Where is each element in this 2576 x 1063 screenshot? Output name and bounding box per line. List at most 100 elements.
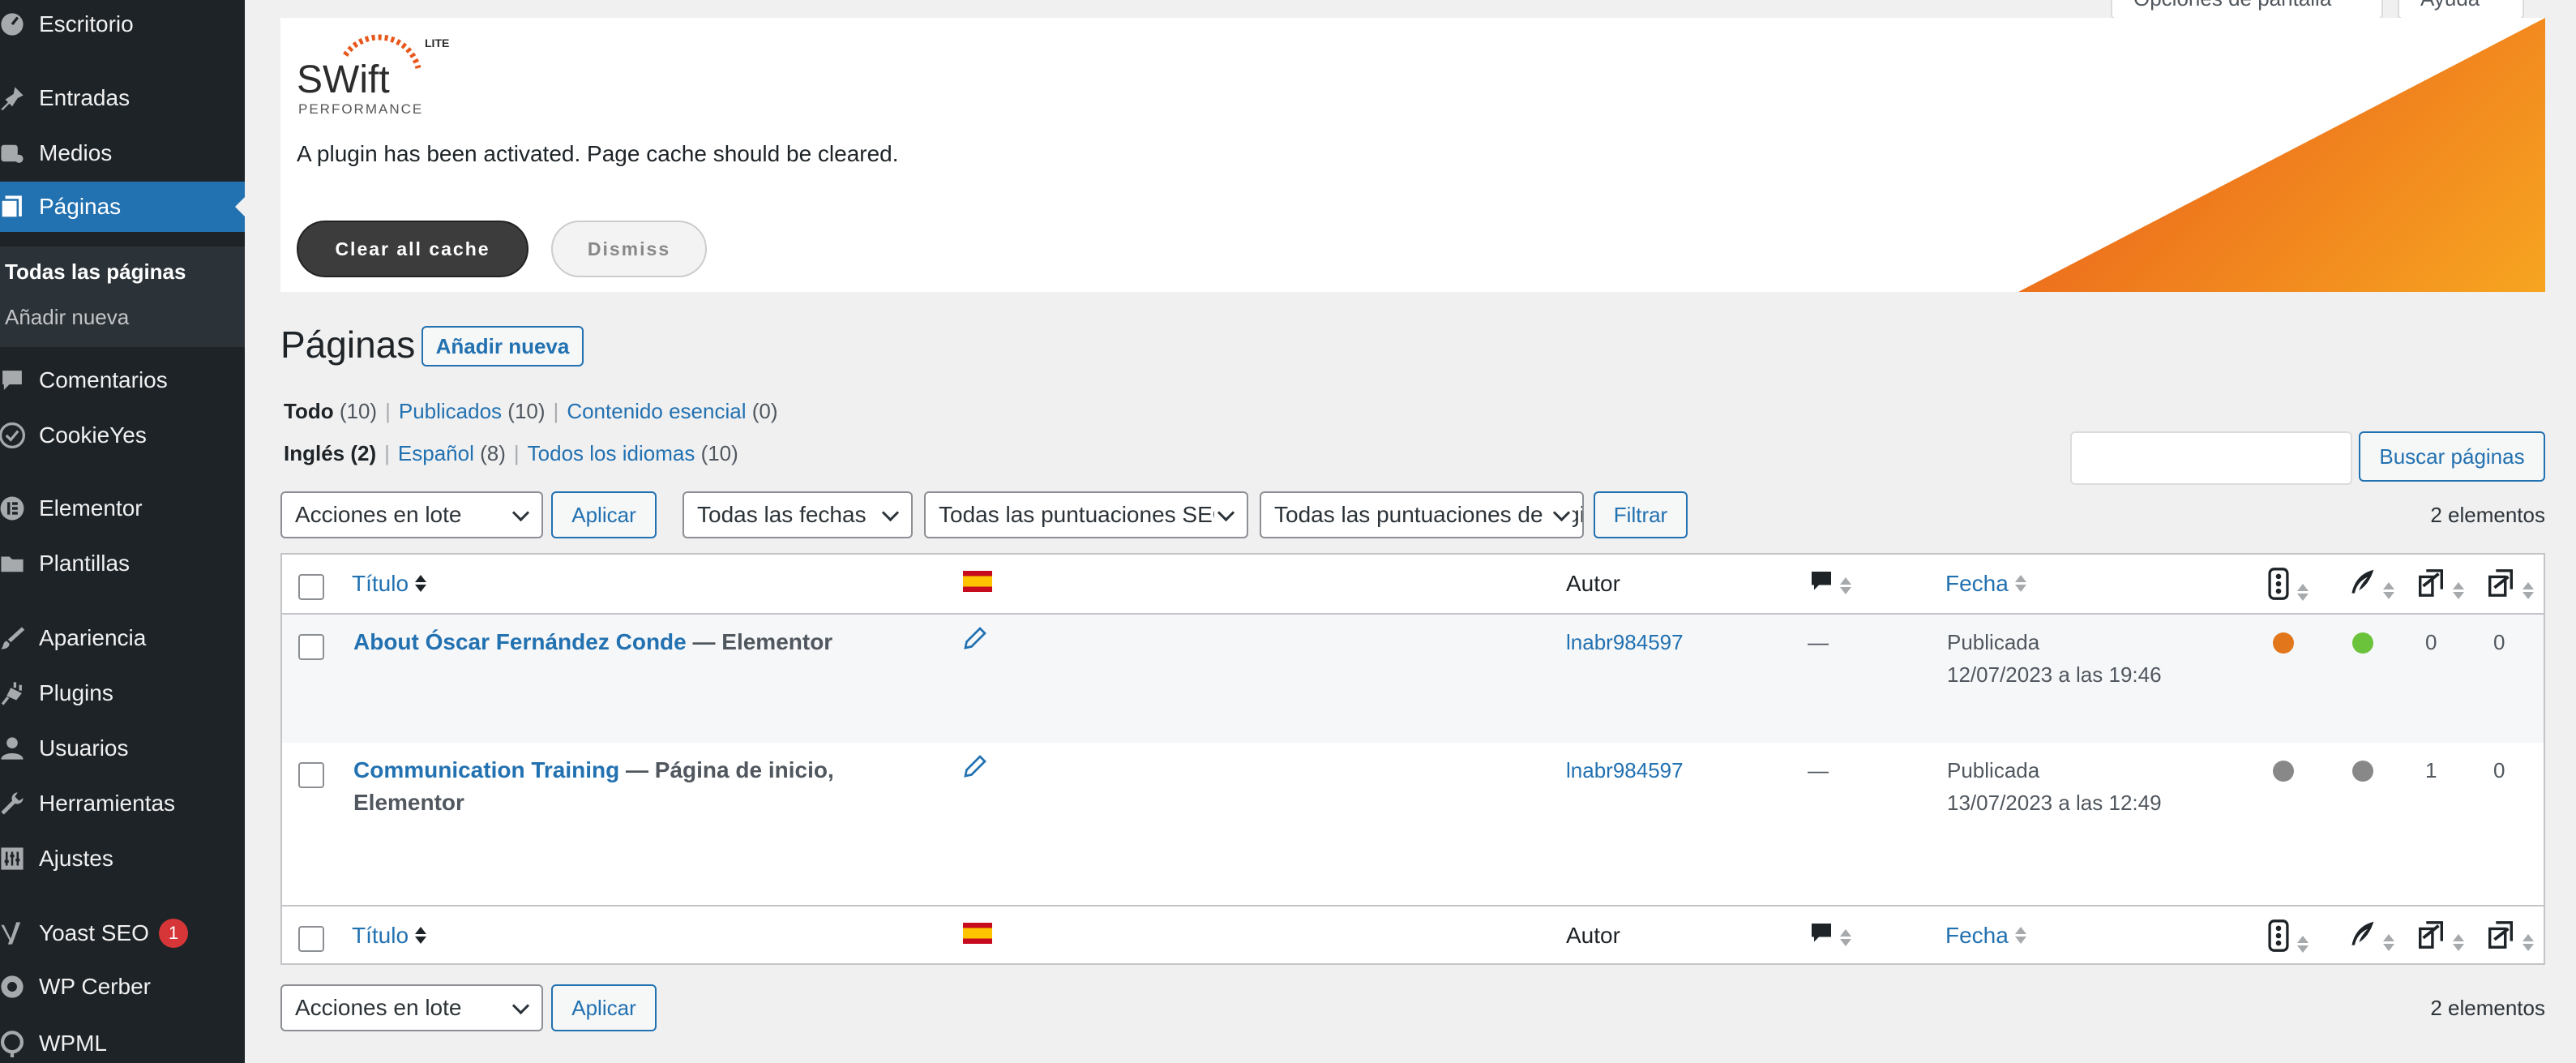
readability-filter-select[interactable]: Todas las puntuaciones de legibilidad [1260, 491, 1584, 538]
incoming-link-icon [2488, 569, 2514, 597]
menu-label: Apariencia [39, 625, 147, 650]
menu-wp-cerber[interactable]: WP Cerber [0, 962, 245, 1012]
add-new-page-button[interactable]: Añadir nueva [421, 326, 584, 366]
column-outgoing-links[interactable] [2416, 568, 2464, 604]
column-comments-footer[interactable] [1809, 921, 1851, 951]
column-readability[interactable] [2347, 568, 2394, 604]
row-title-link[interactable]: About Óscar Fernández Conde [353, 629, 687, 654]
menu-paginas[interactable]: Páginas [0, 182, 245, 232]
row-title-link[interactable]: Communication Training [353, 757, 619, 782]
lang-spanish[interactable]: Español [398, 441, 474, 465]
notice-message: A plugin has been activated. Page cache … [297, 141, 899, 166]
view-published[interactable]: Publicados [399, 399, 502, 423]
menu-cookieyes[interactable]: CookieYes [0, 410, 245, 461]
date-filter-select[interactable]: Todas las fechas [683, 491, 913, 538]
readability-score-dot [2352, 632, 2373, 654]
column-title-footer[interactable]: Título [352, 923, 427, 949]
column-title[interactable]: Título [352, 571, 427, 597]
menu-label: Entradas [39, 85, 131, 110]
menu-ajustes[interactable]: Ajustes [0, 834, 245, 884]
menu-escritorio[interactable]: Escritorio [0, 0, 245, 49]
column-comments[interactable] [1809, 569, 1851, 599]
pages-icon [0, 191, 29, 223]
menu-label: Yoast SEO [39, 920, 149, 945]
view-all[interactable]: Todo [284, 399, 334, 423]
column-title-label[interactable]: Título [352, 571, 409, 596]
bulk-actions-select-bottom[interactable]: Acciones en lote [280, 984, 543, 1031]
help-tab[interactable]: Ayuda [2398, 0, 2524, 19]
cookie-check-icon [0, 419, 29, 452]
menu-entradas[interactable]: Entradas [0, 73, 245, 123]
date-filter-value: Todas las fechas [697, 502, 867, 527]
column-date-label[interactable]: Fecha [1945, 571, 2009, 596]
column-date[interactable]: Fecha [1945, 571, 2026, 597]
seo-filter-value: Todas las puntuaciones SEO [939, 502, 1230, 527]
folder-icon [0, 547, 29, 580]
author-link[interactable]: lnabr984597 [1566, 630, 1684, 654]
select-all-checkbox-footer[interactable] [298, 926, 324, 952]
search-pages-button[interactable]: Buscar páginas [2359, 431, 2545, 482]
spain-flag-icon [963, 571, 992, 592]
menu-label: Medios [39, 140, 113, 165]
column-readability-footer[interactable] [2347, 919, 2394, 956]
clear-all-cache-button[interactable]: Clear all cache [297, 221, 528, 277]
select-all-checkbox[interactable] [298, 574, 324, 600]
author-link[interactable]: lnabr984597 [1566, 758, 1684, 782]
column-outgoing-links-footer[interactable] [2416, 919, 2464, 956]
menu-plugins[interactable]: Plugins [0, 668, 245, 718]
sort-arrows-icon [415, 575, 427, 593]
menu-label: Plugins [39, 680, 113, 705]
menu-elementor[interactable]: Elementor [0, 483, 245, 534]
column-incoming-links[interactable] [2485, 568, 2534, 604]
view-essential-content[interactable]: Contenido esencial [567, 399, 746, 423]
row-outgoing-links: 0 [2425, 630, 2437, 654]
bulk-actions-select[interactable]: Acciones en lote [280, 491, 543, 538]
menu-label: Ajustes [39, 846, 113, 871]
lang-english[interactable]: Inglés [284, 441, 344, 465]
traffic-light-icon [2268, 568, 2289, 600]
apply-button[interactable]: Aplicar [551, 491, 657, 538]
menu-label: Páginas [39, 194, 122, 219]
row-checkbox[interactable] [298, 634, 324, 660]
edit-pencil-icon[interactable] [963, 626, 987, 659]
chevron-down-icon [509, 997, 532, 1020]
menu-yoast-seo[interactable]: Yoast SEO 1 [0, 908, 245, 958]
apply-button-bottom[interactable]: Aplicar [551, 984, 657, 1031]
column-seo-score[interactable] [2266, 568, 2309, 606]
menu-label: Plantillas [39, 551, 131, 576]
column-incoming-links-footer[interactable] [2485, 919, 2534, 956]
menu-usuarios[interactable]: Usuarios [0, 723, 245, 774]
sort-arrows-icon [2453, 582, 2464, 600]
column-date-footer[interactable]: Fecha [1945, 923, 2026, 949]
column-date-label[interactable]: Fecha [1945, 923, 2009, 948]
menu-comentarios[interactable]: Comentarios [0, 355, 245, 405]
row-date: 13/07/2023 a las 12:49 [1947, 791, 2162, 815]
row-outgoing-links: 1 [2425, 758, 2437, 782]
column-seo-score-footer[interactable] [2266, 919, 2309, 958]
menu-apariencia[interactable]: Apariencia [0, 613, 245, 663]
submenu-add-new[interactable]: Añadir nueva [5, 305, 129, 330]
column-title-label[interactable]: Título [352, 923, 409, 948]
wpml-icon [0, 1027, 29, 1060]
seo-score-filter-select[interactable]: Todas las puntuaciones SEO [924, 491, 1248, 538]
menu-medios[interactable]: Medios [0, 128, 245, 178]
sort-arrows-icon [2014, 575, 2026, 593]
sort-arrows-icon [2297, 936, 2309, 954]
menu-label: Comentarios [39, 367, 168, 392]
menu-wpml[interactable]: WPML [0, 1018, 245, 1063]
cerber-icon [0, 971, 29, 1003]
dismiss-button[interactable]: Dismiss [551, 221, 707, 277]
menu-plantillas[interactable]: Plantillas [0, 538, 245, 589]
table-row: About Óscar Fernández Conde — Elementor … [282, 615, 2544, 743]
search-pages-input[interactable] [2070, 431, 2352, 485]
sort-arrows-icon [2523, 582, 2534, 600]
lang-all[interactable]: Todos los idiomas [528, 441, 695, 465]
menu-herramientas[interactable]: Herramientas [0, 778, 245, 829]
traffic-light-icon [2268, 919, 2289, 952]
submenu-all-pages[interactable]: Todas las páginas [5, 259, 186, 285]
screen-options-tab[interactable]: Opciones de pantalla [2111, 0, 2383, 19]
filter-button[interactable]: Filtrar [1594, 491, 1688, 538]
table-row: Communication Training — Página de inici… [282, 743, 2544, 905]
edit-pencil-icon[interactable] [963, 754, 987, 787]
row-checkbox[interactable] [298, 762, 324, 788]
